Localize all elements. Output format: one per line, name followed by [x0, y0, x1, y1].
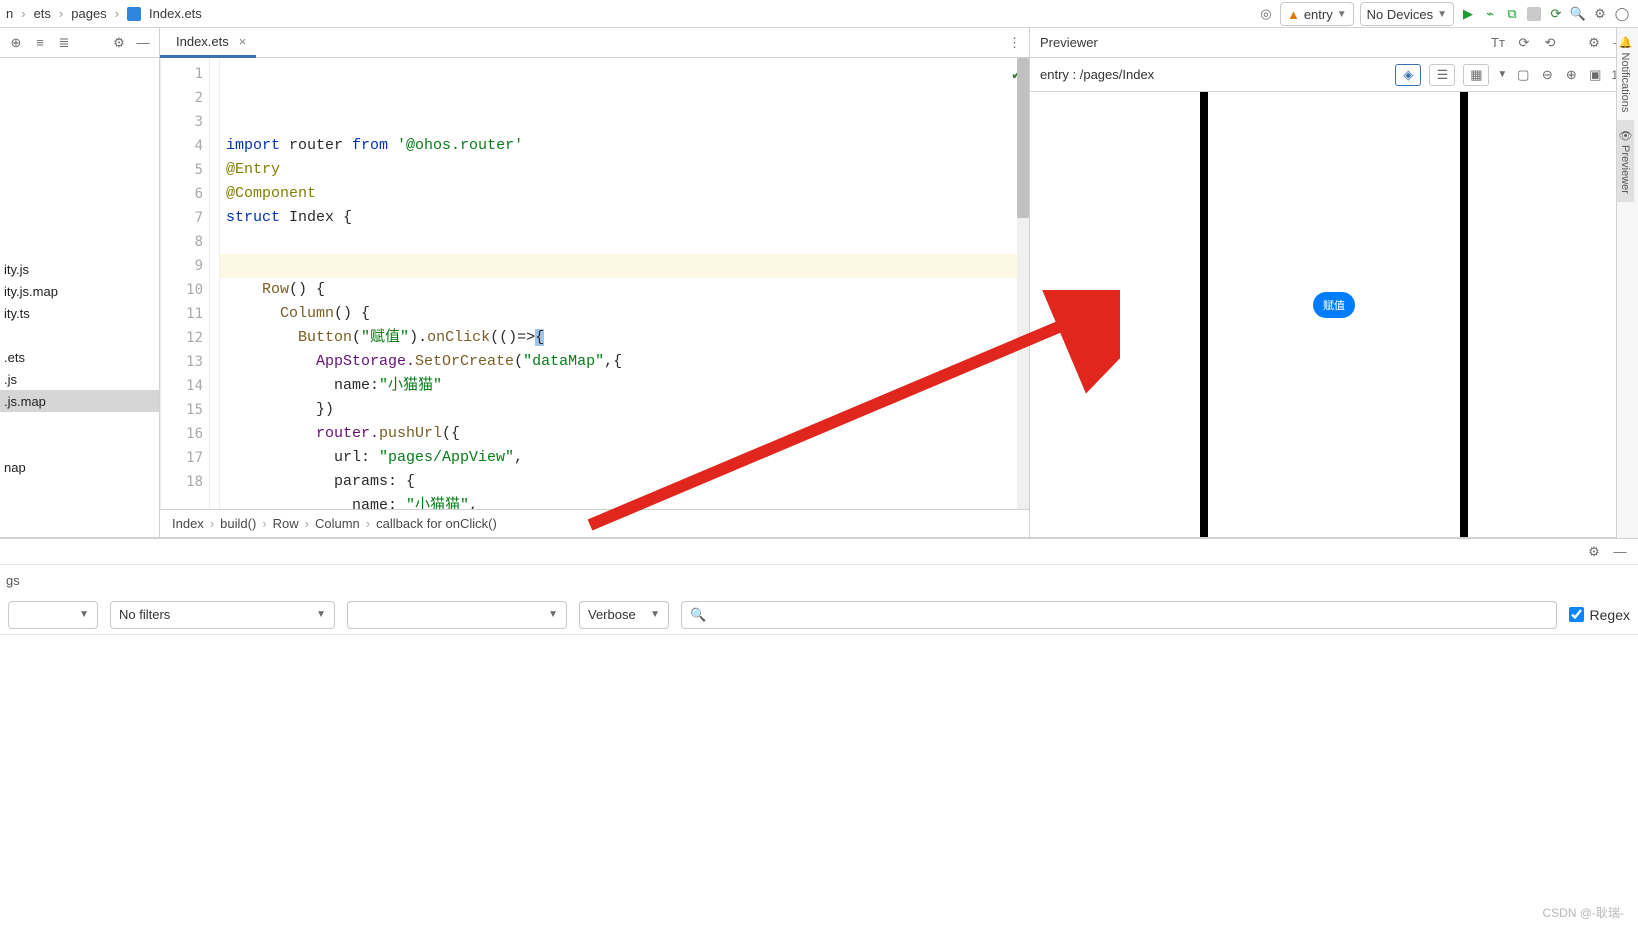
- crumb-seg[interactable]: n: [6, 6, 13, 21]
- main-toolbar: ◎ ▲ entry ▼ No Devices ▼ ▶ ⌁ ⧉ ⟳ 🔍 ⚙ ◯: [1258, 0, 1630, 28]
- log-panel: ⚙ — gs ▼ No filters▼ ▼ Verbose▼ 🔍 Regex: [0, 538, 1638, 635]
- search-icon[interactable]: 🔍: [1570, 6, 1586, 22]
- bc-item[interactable]: build(): [220, 516, 256, 531]
- process-combo[interactable]: ▼: [347, 601, 567, 629]
- select-opened-icon[interactable]: ⊕: [8, 35, 24, 51]
- editor-tabs: Index.ets × ⋮: [160, 28, 1029, 58]
- build-icon[interactable]: ⟳: [1548, 6, 1564, 22]
- gear-icon[interactable]: ⚙: [1586, 544, 1602, 560]
- device-label: No Devices: [1367, 7, 1433, 22]
- collapse-all-icon[interactable]: ≣: [56, 35, 72, 51]
- module-selector[interactable]: ▲ entry ▼: [1280, 2, 1354, 26]
- crumb-sep: ›: [21, 6, 25, 21]
- gear-icon[interactable]: ⚙: [111, 35, 127, 51]
- refresh-icon[interactable]: ⟳: [1516, 35, 1532, 51]
- previewer-header: Previewer Tт ⟳ ⟲ ⚙ —: [1030, 28, 1638, 58]
- zoom-in-icon[interactable]: ⊕: [1563, 67, 1579, 83]
- entry-path: entry : /pages/Index: [1040, 67, 1154, 82]
- tree-body[interactable]: ity.js ity.js.map ity.ts .ets .js .js.ma…: [0, 58, 159, 478]
- debug-icon[interactable]: ⌁: [1482, 6, 1498, 22]
- ets-file-icon: [127, 7, 141, 21]
- editor-pane: Index.ets × ⋮ 123 456 789 101112 131415 …: [160, 28, 1029, 537]
- layers-icon[interactable]: ☰: [1429, 64, 1455, 86]
- grid-icon[interactable]: ▦: [1463, 64, 1489, 86]
- regex-toggle[interactable]: Regex: [1569, 607, 1630, 623]
- zoom-out-icon[interactable]: ⊖: [1539, 67, 1555, 83]
- device-selector[interactable]: No Devices ▼: [1360, 2, 1454, 26]
- locate-icon[interactable]: ◎: [1258, 6, 1274, 22]
- structure-breadcrumb: Index› build()› Row› Column› callback fo…: [160, 509, 1029, 537]
- inspect-icon[interactable]: ◈: [1395, 64, 1421, 86]
- tree-item[interactable]: .ets: [0, 346, 159, 368]
- regex-label: Regex: [1590, 607, 1630, 623]
- tree-item[interactable]: ity.ts: [0, 302, 159, 324]
- stop-button[interactable]: [1526, 6, 1542, 22]
- code-text[interactable]: ✔ import router from '@ohos.router' @Ent…: [220, 58, 1029, 509]
- editor-scrollbar[interactable]: [1017, 58, 1029, 509]
- code-area[interactable]: 123 456 789 101112 131415 161718 ✔ impor…: [160, 58, 1029, 509]
- fit-icon[interactable]: ▣: [1587, 67, 1603, 83]
- tabs-menu-icon[interactable]: ⋮: [1008, 35, 1021, 51]
- tab-close-icon[interactable]: ×: [239, 34, 247, 49]
- line-gutter: 123 456 789 101112 131415 161718: [160, 58, 210, 509]
- account-icon[interactable]: ◯: [1614, 6, 1630, 22]
- previewer-pane: Previewer Tт ⟳ ⟲ ⚙ — entry : /pages/Inde…: [1029, 28, 1638, 537]
- bc-item[interactable]: callback for onClick(): [376, 516, 497, 531]
- module-icon: ▲: [1287, 7, 1300, 22]
- previewer-title: Previewer: [1040, 35, 1098, 50]
- log-filter-row: ▼ No filters▼ ▼ Verbose▼ 🔍 Regex: [0, 595, 1638, 635]
- run-icon[interactable]: ▶: [1460, 6, 1476, 22]
- right-tool-rail: 🔔 Notifications 👁 Previewer: [1616, 28, 1638, 538]
- rotate-icon[interactable]: ⟲: [1542, 35, 1558, 51]
- previewer-tab[interactable]: 👁 Previewer: [1617, 120, 1634, 202]
- settings-icon[interactable]: ⚙: [1592, 6, 1608, 22]
- coverage-icon[interactable]: ⧉: [1504, 6, 1520, 22]
- chevron-down-icon: ▼: [1437, 9, 1447, 20]
- previewer-entry-row: entry : /pages/Index ◈ ☰ ▦ ▼ ▢ ⊖ ⊕ ▣ 1:1: [1030, 58, 1638, 92]
- module-label: entry: [1304, 7, 1333, 22]
- crumb-sep: ›: [115, 6, 119, 21]
- crumb-seg[interactable]: pages: [71, 6, 106, 21]
- tree-item[interactable]: .js: [0, 368, 159, 390]
- tree-toolbar: ⊕ ≡ ≣ ⚙ —: [0, 28, 159, 58]
- main-split: ⊕ ≡ ≣ ⚙ — ity.js ity.js.map ity.ts .ets …: [0, 28, 1638, 538]
- crumb-sep: ›: [59, 6, 63, 21]
- regex-checkbox[interactable]: [1569, 607, 1584, 622]
- editor-tab[interactable]: Index.ets ×: [160, 28, 256, 58]
- level-combo[interactable]: Verbose▼: [579, 601, 669, 629]
- watermark: CSDN @-耿瑞-: [1542, 904, 1624, 921]
- hide-icon[interactable]: —: [135, 35, 151, 51]
- crumb-file[interactable]: Index.ets: [149, 6, 202, 21]
- bc-item[interactable]: Row: [273, 516, 299, 531]
- expand-all-icon[interactable]: ≡: [32, 35, 48, 51]
- bc-item[interactable]: Column: [315, 516, 360, 531]
- project-tree: ⊕ ≡ ≣ ⚙ — ity.js ity.js.map ity.ts .ets …: [0, 28, 160, 537]
- gear-icon[interactable]: ⚙: [1586, 35, 1602, 51]
- search-icon: 🔍: [690, 607, 706, 623]
- log-search[interactable]: 🔍: [681, 601, 1557, 629]
- crop-icon[interactable]: ▢: [1515, 67, 1531, 83]
- tree-item[interactable]: ity.js: [0, 258, 159, 280]
- hide-icon[interactable]: —: [1612, 544, 1628, 560]
- phone-frame: 赋值: [1200, 92, 1468, 537]
- log-header: ⚙ —: [0, 539, 1638, 565]
- navigation-breadcrumb: n › ets › pages › Index.ets ◎ ▲ entry ▼ No …: [0, 0, 1638, 28]
- tree-item[interactable]: .js.map: [0, 390, 159, 412]
- log-subtab[interactable]: gs: [0, 565, 1638, 595]
- chevron-down-icon[interactable]: ▼: [1497, 69, 1507, 80]
- crumb-seg[interactable]: ets: [34, 6, 51, 21]
- device-preview[interactable]: 赋值: [1030, 92, 1638, 537]
- tree-item[interactable]: nap: [0, 456, 159, 478]
- tab-label: Index.ets: [176, 34, 229, 49]
- fold-column[interactable]: [210, 58, 220, 509]
- chevron-down-icon: ▼: [1337, 9, 1347, 20]
- filter-combo[interactable]: No filters▼: [110, 601, 335, 629]
- tt-icon[interactable]: Tт: [1490, 35, 1506, 51]
- tree-item[interactable]: ity.js.map: [0, 280, 159, 302]
- notifications-tab[interactable]: 🔔 Notifications: [1617, 28, 1634, 120]
- bc-item[interactable]: Index: [172, 516, 204, 531]
- preview-button[interactable]: 赋值: [1313, 292, 1355, 318]
- device-combo[interactable]: ▼: [8, 601, 98, 629]
